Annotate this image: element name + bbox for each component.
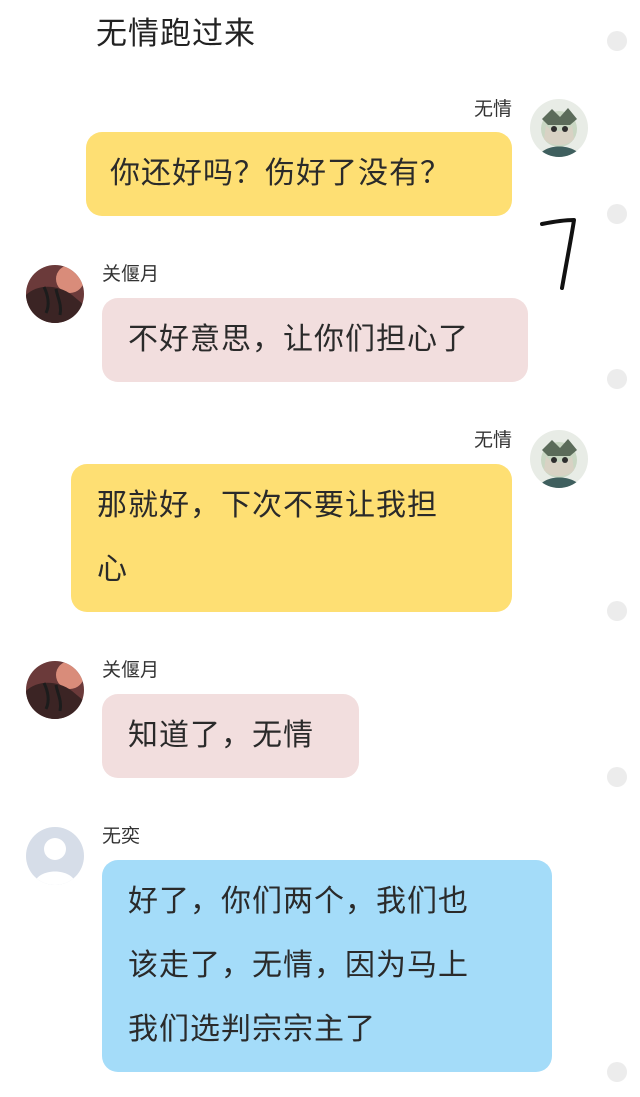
sender-name: 无情 bbox=[473, 98, 512, 120]
scroll-dot[interactable] bbox=[607, 204, 627, 224]
message-bubble[interactable]: 不好意思，让你们担心了 bbox=[102, 298, 528, 382]
sender-name: 无奕 bbox=[102, 825, 141, 847]
message-bubble[interactable]: 你还好吗？伤好了没有？ bbox=[86, 132, 512, 216]
handwritten-seven-mark bbox=[540, 218, 576, 290]
scroll-dot[interactable] bbox=[607, 31, 627, 51]
sender-name: 无情 bbox=[473, 429, 512, 451]
wuqing-avatar[interactable] bbox=[530, 99, 588, 157]
scroll-dot[interactable] bbox=[607, 601, 627, 621]
scroll-dot[interactable] bbox=[607, 1062, 627, 1082]
message-bubble[interactable]: 那就好，下次不要让我担 心 bbox=[71, 464, 512, 612]
message-bubble[interactable]: 好了，你们两个，我们也 该走了，无情，因为马上 我们选判宗宗主了 bbox=[102, 860, 552, 1072]
scroll-dot[interactable] bbox=[607, 767, 627, 787]
sender-name: 关偃月 bbox=[102, 263, 160, 285]
guanyanyue-avatar[interactable] bbox=[26, 265, 84, 323]
wuqing-avatar[interactable] bbox=[530, 430, 588, 488]
message-bubble[interactable]: 知道了，无情 bbox=[102, 694, 359, 778]
scroll-dot[interactable] bbox=[607, 369, 627, 389]
default-avatar[interactable] bbox=[26, 827, 84, 885]
guanyanyue-avatar[interactable] bbox=[26, 661, 84, 719]
sender-name: 关偃月 bbox=[102, 659, 160, 681]
page-title: 无情跑过来 bbox=[96, 16, 256, 52]
